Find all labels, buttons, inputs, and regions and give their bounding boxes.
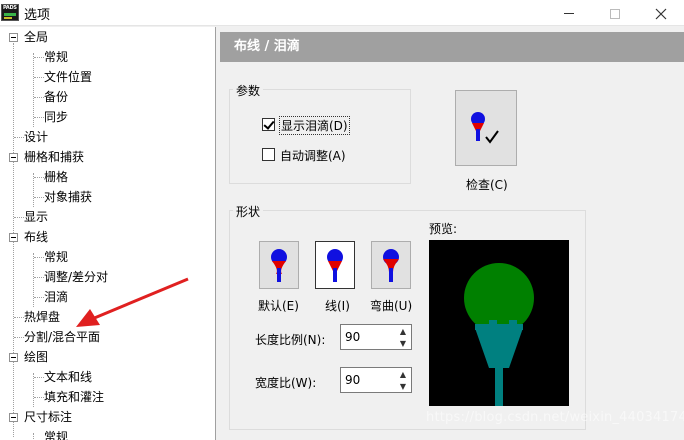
collapse-icon[interactable] [9,33,18,42]
params-group-title: 参数 [233,82,264,99]
teardrop-default-icon [271,249,287,282]
shape-default-label: 默认(E) [258,299,299,313]
tree-item-sync[interactable]: 同步 [44,107,68,127]
preview-label: 预览: [429,222,458,236]
tree-item-label: 同步 [44,110,69,124]
teardrop-curved-icon [383,249,399,282]
tree-item-global[interactable]: 全局 [9,27,49,47]
tree-item-label: 文本和线 [44,370,93,384]
tree-item-label: 尺寸标注 [24,410,73,424]
tree-item-label: 常规 [44,50,69,64]
tree-item-fill-pour[interactable]: 填充和灌注 [44,387,104,407]
spin-up-icon[interactable]: ▲ [397,369,409,380]
pads-app-icon: PADS [1,4,19,21]
tree-item-label: 绘图 [24,350,49,364]
check-button-label: 检查(C) [466,178,508,192]
collapse-icon[interactable] [9,353,18,362]
tree-item-backup[interactable]: 备份 [44,87,68,107]
tree-item-display[interactable]: 显示 [24,207,48,227]
width-ratio-label: 宽度比(W): [255,376,317,390]
tree-item-label: 常规 [44,430,69,440]
auto-adjust-checkbox[interactable] [262,148,275,161]
spin-up-icon[interactable]: ▲ [397,326,409,337]
tree-item-general[interactable]: 常规 [44,47,68,67]
maximize-button[interactable] [592,0,638,26]
width-ratio-stepper[interactable]: 90 ▲ ▼ [340,367,412,393]
red-arrow-annotation [76,277,189,327]
teardrop-line-icon [327,249,343,282]
tree-item-dimensioning[interactable]: 尺寸标注 [9,407,73,427]
tree-item-label: 文件位置 [44,70,93,84]
tree-item-thermals[interactable]: 热焊盘 [24,307,60,327]
shape-line-button[interactable] [315,241,355,289]
shape-line-label: 线(I) [325,299,350,313]
tree-item-label: 热焊盘 [24,310,61,324]
shape-group-title: 形状 [233,203,264,220]
shape-curved-label: 弯曲(U) [370,299,413,313]
tree-item-file-locations[interactable]: 文件位置 [44,67,92,87]
check-button[interactable] [455,90,517,166]
tree-item-design[interactable]: 设计 [24,127,48,147]
page-title: 布线 / 泪滴 [220,32,684,62]
title-bar: PADS 选项 [0,0,684,26]
shape-default-button[interactable] [259,241,299,289]
watermark: https://blog.csdn.net/weixin_44034174 [426,410,684,425]
show-teardrops-checkbox[interactable] [262,118,275,131]
shape-curved-button[interactable] [371,241,411,289]
collapse-icon[interactable] [9,233,18,242]
collapse-icon[interactable] [9,413,18,422]
tree-item-object-snap[interactable]: 对象捕获 [44,187,92,207]
tree-item-text-lines[interactable]: 文本和线 [44,367,92,387]
tree-item-label: 设计 [24,130,49,144]
options-tree[interactable]: 全局 常规 文件位置 备份 同步 设计 栅格和捕获 栅格 对象捕获 显示 布线 … [0,27,216,440]
tree-item-routing-general[interactable]: 常规 [44,247,68,267]
tree-item-grids-snap[interactable]: 栅格和捕获 [9,147,85,167]
close-button[interactable] [638,0,684,26]
tree-item-label: 备份 [44,90,69,104]
width-ratio-value[interactable]: 90 [345,373,360,387]
show-teardrops-label[interactable]: 显示泪滴(D) [279,116,350,135]
tree-item-label: 常规 [44,250,69,264]
window-title: 选项 [24,8,51,23]
tree-item-label: 填充和灌注 [44,390,105,404]
tree-item-label: 布线 [24,230,49,244]
close-icon [655,8,667,19]
params-group [229,89,411,184]
spin-down-icon[interactable]: ▼ [397,338,409,349]
teardrop-check-icon [471,112,499,144]
collapse-icon[interactable] [9,153,18,162]
spin-down-icon[interactable]: ▼ [397,381,409,392]
maximize-icon [610,8,620,19]
length-ratio-value[interactable]: 90 [345,330,360,344]
tree-item-label: 栅格和捕获 [24,150,85,164]
minimize-icon [564,13,574,14]
length-ratio-stepper[interactable]: 90 ▲ ▼ [340,324,412,350]
length-ratio-label: 长度比例(N): [255,333,326,347]
minimize-button[interactable] [546,0,592,26]
app-icon-text: PADS [3,5,17,11]
teardrop-preview [429,240,569,406]
tree-item-drafting[interactable]: 绘图 [9,347,49,367]
tree-item-label: 栅格 [44,170,69,184]
tree-item-dim-general[interactable]: 常规 [44,427,68,440]
teardrop-preview-graphic [464,263,534,406]
tree-item-label: 对象捕获 [44,190,93,204]
tree-item-routing[interactable]: 布线 [9,227,49,247]
tree-item-grids[interactable]: 栅格 [44,167,68,187]
tree-item-label: 全局 [24,30,49,44]
tree-item-label: 显示 [24,210,49,224]
auto-adjust-label[interactable]: 自动调整(A) [280,147,346,164]
